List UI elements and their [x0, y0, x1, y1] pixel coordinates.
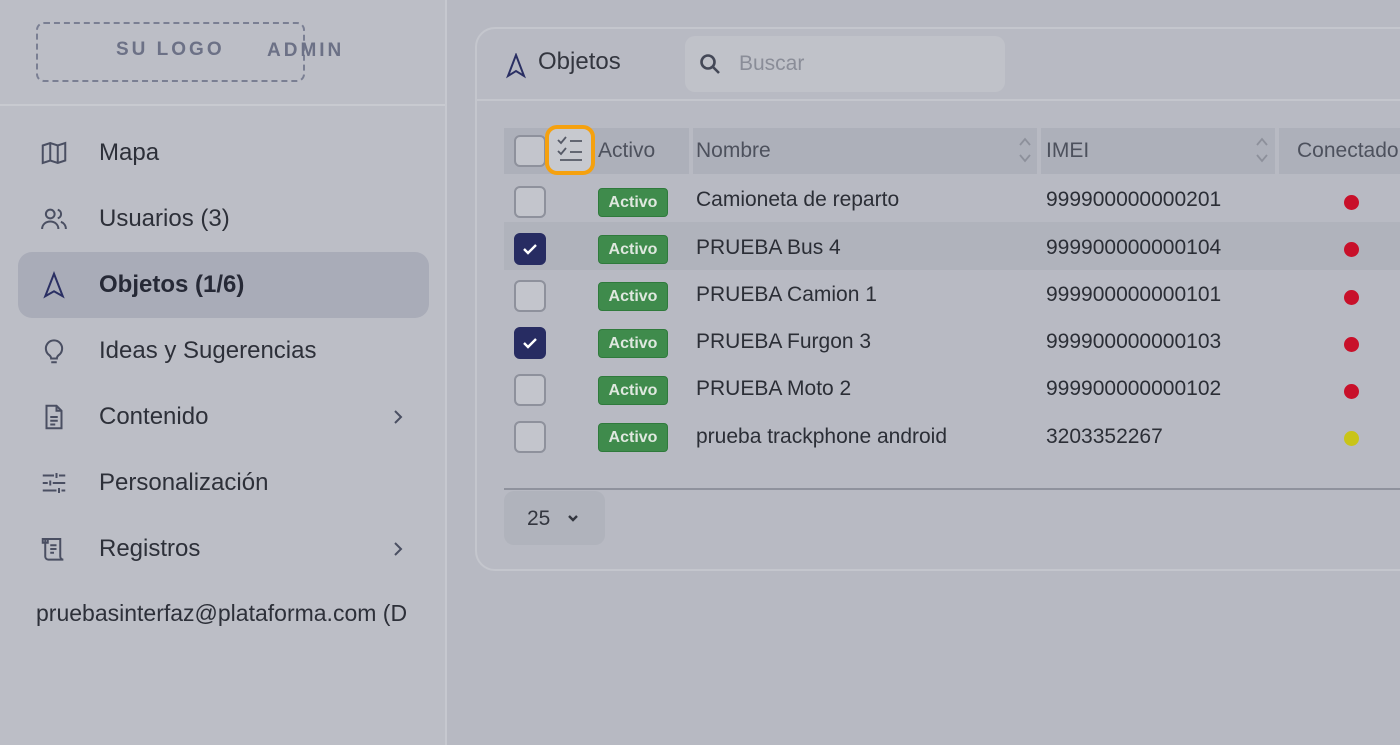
page-size-select[interactable]: 25	[504, 491, 605, 545]
user-email[interactable]: pruebasinterfaz@plataforma.com (D	[36, 600, 407, 627]
users-icon	[38, 203, 70, 235]
document-icon	[38, 401, 70, 433]
lightbulb-icon	[38, 335, 70, 367]
sidebar-item-label: Ideas y Sugerencias	[99, 337, 317, 364]
connection-status-dot	[1344, 195, 1359, 210]
table-footer-divider	[504, 488, 1400, 490]
status-badge: Activo	[598, 329, 668, 358]
sidebar: SU LOGO ADMIN Mapa Usuarios (3) Objetos …	[0, 0, 447, 745]
sidebar-divider	[0, 104, 445, 106]
cell-imei: 999900000000201	[1046, 188, 1222, 211]
row-checkbox[interactable]	[514, 280, 546, 312]
navigation-arrow-icon	[38, 269, 70, 301]
connection-status-dot	[1344, 242, 1359, 257]
column-header-nombre[interactable]: Nombre	[696, 139, 771, 163]
sidebar-item-usuarios[interactable]: Usuarios (3)	[18, 186, 429, 252]
sidebar-item-mapa[interactable]: Mapa	[18, 120, 429, 186]
page-title: Objetos	[538, 48, 621, 75]
row-checkbox[interactable]	[514, 374, 546, 406]
sidebar-item-label: Objetos (1/6)	[99, 271, 245, 298]
check-icon	[523, 338, 537, 349]
search-icon	[699, 53, 721, 75]
cell-imei: 999900000000102	[1046, 377, 1222, 400]
sidebar-item-label: Personalización	[99, 469, 269, 496]
map-icon	[38, 137, 70, 169]
connection-status-dot	[1344, 290, 1359, 305]
check-icon	[523, 244, 537, 255]
cell-name[interactable]: Camioneta de reparto	[696, 188, 899, 212]
sidebar-item-registros[interactable]: Registros	[18, 516, 429, 582]
column-header-conectado[interactable]: Conectado	[1297, 139, 1399, 163]
column-separator	[1037, 128, 1041, 174]
cell-name[interactable]: PRUEBA Bus 4	[696, 236, 841, 260]
connection-status-dot	[1344, 337, 1359, 352]
row-checkbox[interactable]	[514, 421, 546, 453]
sidebar-item-personalizacion[interactable]: Personalización	[18, 450, 429, 516]
scroll-icon	[38, 533, 70, 565]
search-input[interactable]	[739, 48, 989, 80]
status-badge: Activo	[598, 376, 668, 405]
admin-label: ADMIN	[267, 40, 345, 61]
cell-imei: 999900000000104	[1046, 236, 1222, 259]
page-size-value: 25	[527, 507, 551, 530]
search-box[interactable]	[685, 36, 1005, 92]
cell-imei: 3203352267	[1046, 425, 1163, 448]
row-checkbox[interactable]	[514, 327, 546, 359]
sidebar-item-label: Usuarios (3)	[99, 205, 230, 232]
sidebar-item-objetos[interactable]: Objetos (1/6)	[18, 252, 429, 318]
column-separator	[1275, 128, 1279, 174]
row-checkbox[interactable]	[514, 186, 546, 218]
chevron-down-icon	[566, 511, 580, 525]
chevron-right-icon	[389, 407, 407, 427]
objects-panel: Objetos Activo Nombre IMEI Conectado Act…	[475, 27, 1400, 571]
status-badge: Activo	[598, 423, 668, 452]
cell-name[interactable]: PRUEBA Moto 2	[696, 377, 851, 401]
navigation-arrow-icon	[505, 52, 527, 79]
column-header-imei[interactable]: IMEI	[1046, 139, 1089, 163]
sidebar-item-contenido[interactable]: Contenido	[18, 384, 429, 450]
sidebar-item-label: Mapa	[99, 139, 160, 166]
status-badge: Activo	[598, 188, 668, 217]
column-header-activo[interactable]: Activo	[598, 139, 655, 163]
sidebar-item-label: Registros	[99, 535, 201, 562]
cell-imei: 999900000000101	[1046, 283, 1222, 306]
panel-header: Objetos	[477, 29, 1400, 101]
sidebar-item-ideas[interactable]: Ideas y Sugerencias	[18, 318, 429, 384]
connection-status-dot	[1344, 431, 1359, 446]
chevron-right-icon	[389, 539, 407, 559]
cell-name[interactable]: PRUEBA Furgon 3	[696, 330, 871, 354]
sort-icon[interactable]	[1254, 135, 1270, 165]
sort-icon[interactable]	[1017, 135, 1033, 165]
row-checkbox[interactable]	[514, 233, 546, 265]
cell-imei: 999900000000103	[1046, 330, 1222, 353]
status-badge: Activo	[598, 282, 668, 311]
logo-text: SU LOGO	[116, 39, 225, 60]
column-selector-button[interactable]	[545, 125, 595, 175]
connection-status-dot	[1344, 384, 1359, 399]
sidebar-nav: Mapa Usuarios (3) Objetos (1/6) Ideas y …	[18, 120, 429, 582]
cell-name[interactable]: prueba trackphone android	[696, 425, 947, 449]
status-badge: Activo	[598, 235, 668, 264]
cell-name[interactable]: PRUEBA Camion 1	[696, 283, 877, 307]
checklist-icon	[554, 132, 586, 169]
sidebar-item-label: Contenido	[99, 403, 209, 430]
column-separator	[689, 128, 693, 174]
sliders-icon	[38, 467, 70, 499]
select-all-checkbox[interactable]	[514, 135, 546, 167]
